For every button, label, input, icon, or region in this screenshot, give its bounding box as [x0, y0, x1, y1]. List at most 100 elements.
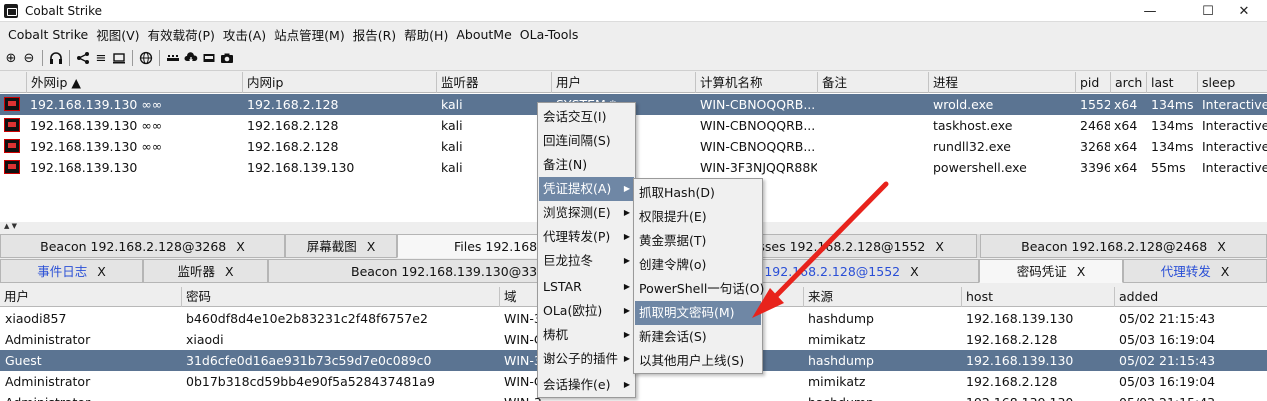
beacon-session-icon [4, 97, 20, 111]
ctx-item-label: OLa(欧拉) [543, 303, 603, 318]
minus-circle-icon[interactable]: ⊖ [20, 49, 38, 67]
tab-close-icon[interactable]: X [367, 239, 376, 254]
tab-close-icon[interactable]: X [236, 239, 245, 254]
sub-elevate[interactable]: 权限提升(E) [635, 205, 761, 229]
sessions-table-header: 外网ip ▲ 内网ip 监听器 用户 计算机名称 备注 进程 pid arch … [0, 72, 1267, 93]
cell-cred-host: 192.168.139.130 [966, 311, 1074, 326]
ctx-interact[interactable]: 会话交互(I) [539, 105, 634, 129]
image-icon[interactable] [200, 49, 218, 67]
ctx-xie-plugins[interactable]: 谢公子的插件 ▶ [539, 347, 634, 371]
col-external-ip[interactable]: 外网ip ▲ [26, 72, 242, 93]
cell-listener: kali [441, 160, 463, 175]
tab-close-icon[interactable]: X [1217, 239, 1226, 254]
ctx-ladon[interactable]: 巨龙拉冬 ▶ [539, 249, 634, 273]
cell-note [818, 136, 928, 157]
tab-screenshots[interactable]: 屏幕截图 X [285, 234, 397, 258]
col-user[interactable]: 用户 [551, 72, 695, 93]
col-cred-host[interactable]: host [961, 287, 1114, 307]
col-sleep[interactable]: sleep [1197, 72, 1267, 93]
headphones-icon[interactable] [47, 49, 65, 67]
ctx-session-ops[interactable]: 会话操作(e) ▶ [539, 373, 634, 397]
submenu-arrow-icon: ▶ [623, 208, 630, 217]
col-last[interactable]: last [1146, 72, 1197, 93]
cell-last: 134ms [1151, 118, 1194, 133]
sub-powershell-oneliner[interactable]: PowerShell一句话(O) [635, 277, 764, 301]
cell-external-ip: 192.168.139.130 ∞∞ [30, 139, 163, 154]
col-cred-source[interactable]: 来源 [803, 287, 961, 307]
col-cred-user[interactable]: 用户 [0, 287, 181, 307]
cell-pid: 2468 [1080, 118, 1110, 133]
menu-payloads[interactable]: 有效载荷(P) [144, 25, 219, 44]
session-context-menu: 会话交互(I) 回连间隔(S) 备注(N) 凭证提权(A) ▶ 浏览探测(E) ▶ … [537, 102, 636, 398]
cell-cred-host: 192.168.139.130 [962, 392, 1114, 401]
menu-aboutme[interactable]: AboutMe [452, 27, 515, 42]
share-icon[interactable] [74, 49, 92, 67]
col-internal-ip[interactable]: 内网ip [242, 72, 436, 93]
key-icon[interactable] [164, 49, 182, 67]
sub-golden-ticket[interactable]: 黄金票据(T) [635, 229, 761, 253]
col-pid[interactable]: pid [1075, 72, 1110, 93]
cell-arch: x64 [1114, 139, 1138, 154]
tab-credentials[interactable]: 密码凭证 X [979, 259, 1123, 283]
tab-close-icon[interactable]: X [1221, 264, 1230, 279]
tab-beacon-2128-2468[interactable]: Beacon 192.168.2.128@2468 X [980, 234, 1267, 258]
cell-sleep: Interactive [1202, 139, 1267, 154]
ctx-access[interactable]: 凭证提权(A) ▶ [539, 177, 634, 201]
ctx-ola[interactable]: OLa(欧拉) ▶ [539, 299, 634, 323]
col-process[interactable]: 进程 [928, 72, 1075, 93]
ctx-item-label: 备注(N) [543, 157, 588, 172]
col-cred-added[interactable]: added [1114, 287, 1267, 307]
menu-help[interactable]: 帮助(H) [400, 25, 452, 44]
cloud-download-icon[interactable] [182, 49, 200, 67]
tab-close-icon[interactable]: X [1077, 264, 1086, 279]
camera-icon[interactable] [218, 49, 236, 67]
cell-internal-ip: 192.168.139.130 [247, 160, 355, 175]
sub-dump-hashes[interactable]: 抓取Hash(D) [635, 181, 761, 205]
globe-icon[interactable] [137, 49, 155, 67]
tab-event-log[interactable]: 事件日志 X [0, 259, 143, 283]
ctx-pivoting[interactable]: 代理转发(P) ▶ [539, 225, 634, 249]
tab-proxy-pivots[interactable]: 代理转发 X [1123, 259, 1267, 283]
plus-circle-icon[interactable]: ⊕ [2, 49, 20, 67]
tab-beacon-139130-3396[interactable]: Beacon 192.168.139.130@3396 [268, 259, 540, 283]
tab-close-icon[interactable]: X [225, 264, 234, 279]
col-computer[interactable]: 计算机名称 [695, 72, 817, 93]
sub-run-mimikatz[interactable]: 抓取明文密码(M) [635, 301, 761, 325]
tab-beacon-2128-3268[interactable]: Beacon 192.168.2.128@3268 X [0, 234, 285, 258]
tab-close-icon[interactable]: X [935, 239, 944, 254]
tab-close-icon[interactable]: X [97, 264, 106, 279]
ctx-item-label: LSTAR [543, 279, 582, 294]
menu-view[interactable]: 视图(V) [92, 25, 143, 44]
menu-attacks[interactable]: 攻击(A) [219, 25, 270, 44]
ctx-item-label: 会话交互(I) [543, 109, 607, 124]
close-button[interactable]: ✕ [1221, 0, 1267, 22]
beacon-session-icon [4, 118, 20, 132]
screen-icon[interactable] [110, 49, 128, 67]
menu-reporting[interactable]: 报告(R) [349, 25, 400, 44]
col-arch[interactable]: arch [1110, 72, 1146, 93]
tab-close-icon[interactable]: X [910, 264, 919, 279]
cell-computer: WIN-CBNOQQRB... [700, 139, 816, 154]
col-listener[interactable]: 监听器 [436, 72, 551, 93]
cell-process: rundll32.exe [933, 139, 1011, 154]
ctx-lstar[interactable]: LSTAR ▶ [539, 275, 634, 299]
ctx-note[interactable]: 备注(N) [539, 153, 634, 177]
list-icon[interactable]: ≡ [92, 49, 110, 67]
minimize-button[interactable]: — [1127, 0, 1173, 22]
sub-spawn[interactable]: 新建会话(S) [635, 325, 761, 349]
menu-ola-tools[interactable]: OLa-Tools [516, 27, 583, 42]
menu-site-management[interactable]: 站点管理(M) [270, 25, 349, 44]
ctx-taowu[interactable]: 梼杌 ▶ [539, 323, 634, 347]
beacon-session-icon [4, 139, 20, 153]
col-note[interactable]: 备注 [817, 72, 928, 93]
cell-cred-host: 192.168.2.128 [966, 374, 1058, 389]
ctx-sleep[interactable]: 回连间隔(S) [539, 129, 634, 153]
sub-spawn-as[interactable]: 以其他用户上线(S) [635, 349, 761, 373]
tab-label: 监听器 [177, 264, 215, 279]
ctx-explore[interactable]: 浏览探测(E) ▶ [539, 201, 634, 225]
tab-listeners[interactable]: 监听器 X [143, 259, 268, 283]
menu-cobalt-strike[interactable]: Cobalt Strike [4, 27, 92, 42]
col-cred-password[interactable]: 密码 [181, 287, 499, 307]
cell-cred-password: 31d6cfe0d16ae931b73c59d7e0c089c0 [186, 353, 432, 368]
sub-make-token[interactable]: 创建令牌(o) [635, 253, 761, 277]
